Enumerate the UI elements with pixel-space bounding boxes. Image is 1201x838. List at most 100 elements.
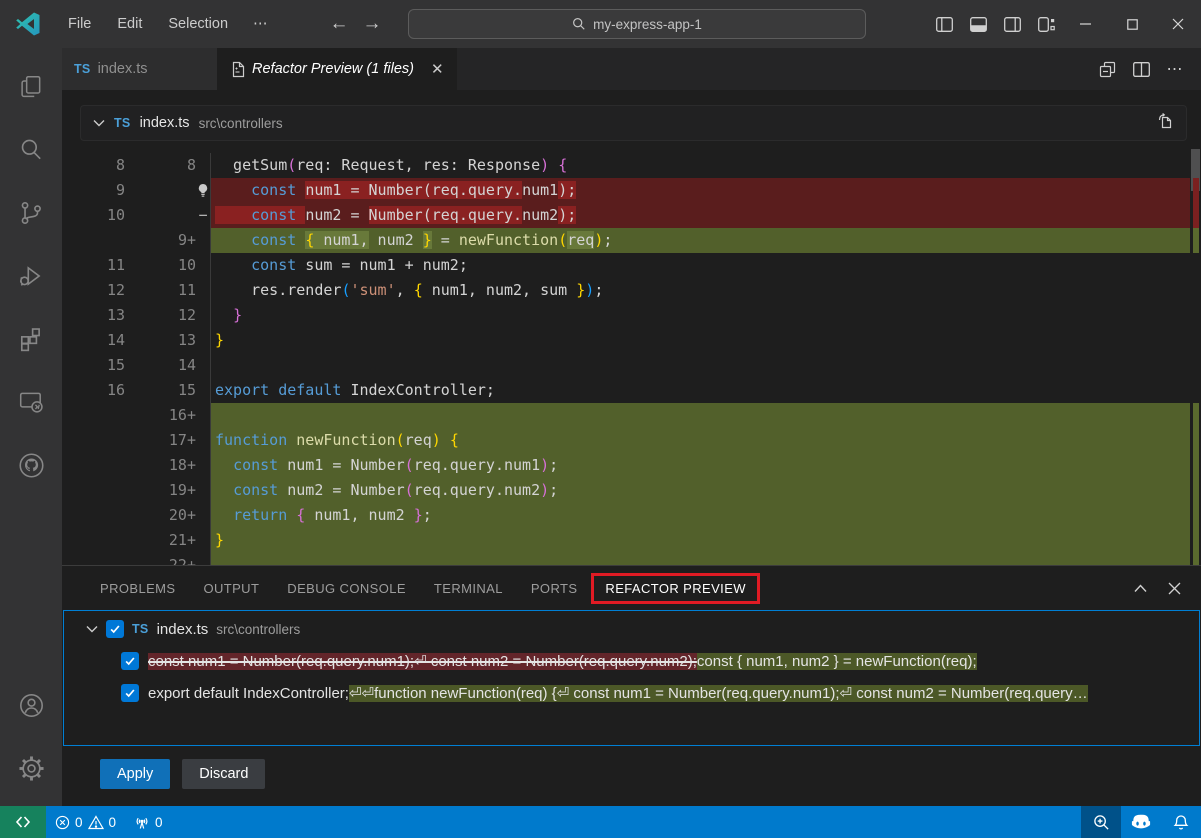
panel-tab-ports[interactable]: PORTS [517,575,592,602]
line-number-modified: 11 [125,278,196,303]
toggle-sidebar-right-icon[interactable] [995,9,1029,39]
activity-bar [0,48,62,806]
panel-tab-problems[interactable]: PROBLEMS [86,575,189,602]
line-number-original: 15 [62,353,125,378]
tab-index-ts[interactable]: TS index.ts [62,48,218,90]
extensions-icon[interactable] [7,314,55,364]
explorer-icon[interactable] [7,62,55,112]
remote-indicator[interactable] [0,806,46,838]
code-line[interactable]: 21+} [62,528,1190,553]
refactor-change-row[interactable]: export default IndexController;⏎⏎functio… [64,678,1199,707]
code-line[interactable]: 88 getSum(req: Request, res: Response) { [62,153,1190,178]
refactor-preview-file-icon [230,61,245,78]
code-line[interactable]: 1312 } [62,303,1190,328]
line-number-original: 12 [62,278,125,303]
code-line[interactable]: 1514 [62,353,1190,378]
editor-more-actions-icon[interactable]: ⋯ [1161,55,1189,83]
code-line[interactable]: 1413} [62,328,1190,353]
forward-arrow-icon[interactable]: → [363,13,382,35]
more-menus-icon[interactable]: ⋯ [241,11,282,37]
code-text: function newFunction(req) { [210,428,1190,453]
customize-layout-icon[interactable] [1029,9,1063,39]
diff-file-name: index.ts [140,115,190,131]
command-center-search[interactable]: my-express-app-1 [408,9,866,39]
tab-label: Refactor Preview (1 files) [252,61,414,77]
ports-status[interactable]: 0 [125,806,172,838]
code-line[interactable]: 17+function newFunction(req) { [62,428,1190,453]
notifications-button[interactable] [1161,806,1201,838]
restore-changes-icon[interactable] [1093,55,1121,83]
panel-tab-refactor-preview[interactable]: REFACTOR PREVIEW [591,573,760,604]
code-line[interactable]: 1211 res.render('sum', { num1, num2, sum… [62,278,1190,303]
search-sidebar-icon[interactable] [7,125,55,175]
menu-edit[interactable]: Edit [104,11,155,37]
copilot-status-button[interactable] [1121,806,1161,838]
editor-scrollbar[interactable] [1190,147,1201,565]
checkbox[interactable] [121,652,139,670]
panel-tab-debug-console[interactable]: DEBUG CONSOLE [273,575,420,602]
gutter-marker [196,478,210,503]
accounts-icon[interactable] [7,680,55,730]
open-file-icon[interactable] [1156,112,1174,134]
line-number-modified: 21+ [125,528,196,553]
apply-button[interactable]: Apply [100,759,170,789]
refactor-file-row[interactable]: TS index.ts src\controllers [64,615,1199,643]
code-text: const sum = num1 + num2; [210,253,1190,278]
run-and-debug-icon[interactable] [7,251,55,301]
code-line[interactable]: 10− const num2 = Number(req.query.num2); [62,203,1190,228]
remote-explorer-icon[interactable] [7,377,55,427]
chevron-down-icon[interactable] [86,625,98,633]
code-text: } [210,328,1190,353]
toggle-panel-icon[interactable] [961,9,995,39]
close-panel-icon[interactable] [1161,575,1187,601]
maximize-button[interactable] [1109,0,1155,48]
line-number-modified: 16+ [125,403,196,428]
source-control-icon[interactable] [7,188,55,238]
gutter-marker [196,353,210,378]
menu-file[interactable]: File [55,11,104,37]
code-line[interactable]: 1110 const sum = num1 + num2; [62,253,1190,278]
problems-status[interactable]: 0 0 [46,806,125,838]
code-line[interactable]: 19+ const num2 = Number(req.query.num2); [62,478,1190,503]
tab-refactor-preview[interactable]: Refactor Preview (1 files) ✕ [218,48,457,90]
bell-icon [1173,814,1189,831]
refactor-change-row[interactable]: const num1 = Number(req.query.num1);⏎ co… [64,646,1199,675]
code-line[interactable]: 18+ const num1 = Number(req.query.num1); [62,453,1190,478]
split-editor-icon[interactable] [1127,55,1155,83]
panel-tab-terminal[interactable]: TERMINAL [420,575,517,602]
github-icon[interactable] [7,440,55,490]
diff-code-area[interactable]: 7788 getSum(req: Request, res: Response)… [62,147,1190,565]
line-number-modified: 20+ [125,503,196,528]
checkbox[interactable] [106,620,124,638]
minimize-button[interactable] [1063,0,1109,48]
line-number-original: 13 [62,303,125,328]
code-line[interactable]: 9 const num1 = Number(req.query.num1); [62,178,1190,203]
gutter-marker [196,553,210,565]
settings-gear-icon[interactable] [7,743,55,793]
chevron-down-icon [93,119,105,127]
checkbox[interactable] [121,684,139,702]
line-number-original: 11 [62,253,125,278]
diff-file-header[interactable]: TS index.ts src\controllers [80,105,1187,141]
back-arrow-icon[interactable]: ← [330,13,349,35]
toggle-sidebar-left-icon[interactable] [927,9,961,39]
remote-icon [15,815,31,829]
close-window-button[interactable] [1155,0,1201,48]
maximize-panel-icon[interactable] [1127,575,1153,601]
panel-tab-output[interactable]: OUTPUT [189,575,273,602]
code-text [210,353,1190,378]
code-line[interactable]: 16+ [62,403,1190,428]
code-text [210,403,1190,428]
deleted-line-marker: − [196,203,210,228]
lightbulb-icon[interactable] [196,178,210,203]
code-line[interactable]: 1615export default IndexController; [62,378,1190,403]
zoom-status-button[interactable] [1081,806,1121,838]
menu-selection[interactable]: Selection [155,11,241,37]
discard-button[interactable]: Discard [182,759,265,789]
close-tab-icon[interactable]: ✕ [431,60,444,78]
code-line[interactable]: 20+ return { num1, num2 }; [62,503,1190,528]
search-icon [572,17,586,31]
code-line[interactable]: 9+ const { num1, num2 } = newFunction(re… [62,228,1190,253]
gutter-marker [196,428,210,453]
code-line[interactable]: 22+ [62,553,1190,565]
